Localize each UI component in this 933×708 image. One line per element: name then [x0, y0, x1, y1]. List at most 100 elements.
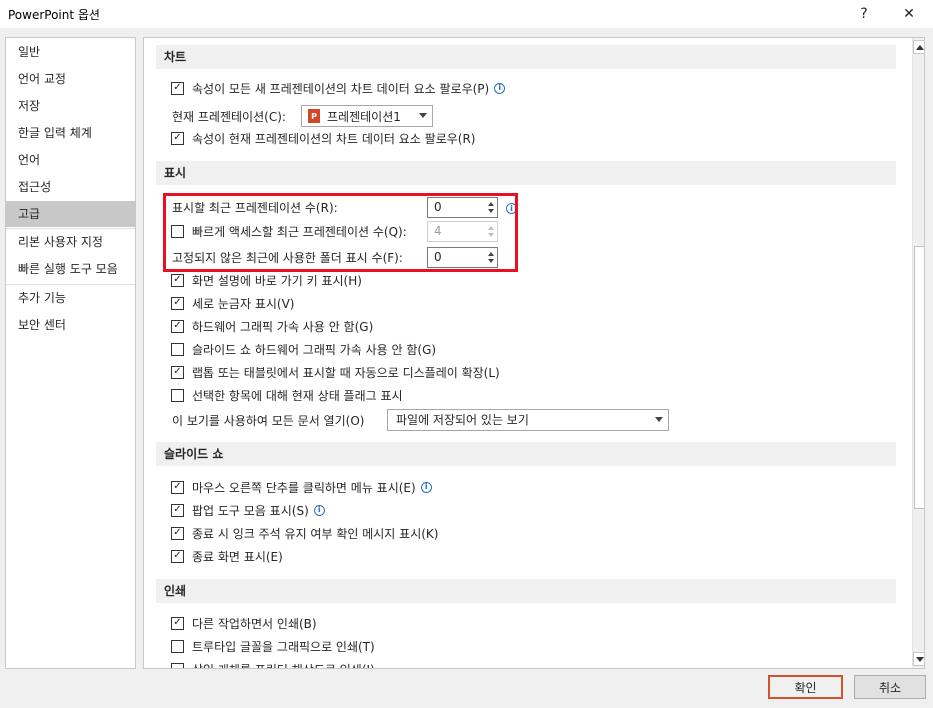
- check-icon: ✓: [173, 527, 182, 538]
- option-chart-follow-all[interactable]: ✓ 속성이 모든 새 프레젠테이션의 차트 데이터 요소 팔로우(P) i: [171, 78, 506, 98]
- check-icon: ✓: [173, 504, 182, 515]
- option-popup-toolbar[interactable]: ✓ 팝업 도구 모음 표시(S) i: [171, 500, 325, 520]
- options-sidebar: 일반 언어 교정 저장 한글 입력 체계 언어 접근성 고급 리본 사용자 지정…: [5, 37, 136, 669]
- info-icon: i: [420, 481, 432, 493]
- option-right-click-menu[interactable]: ✓ 마우스 오른쪽 단추를 클릭하면 메뉴 표시(E) i: [171, 477, 432, 497]
- option-label: 속성이 모든 새 프레젠테이션의 차트 데이터 요소 팔로우(P): [192, 81, 490, 96]
- cancel-button[interactable]: 취소: [854, 675, 926, 699]
- checkbox[interactable]: ✓: [171, 526, 184, 540]
- option-label: 삽입 개체를 프린터 해상도로 인쇄(I): [192, 661, 375, 669]
- checkbox[interactable]: ✓: [171, 365, 184, 379]
- scroll-up-icon[interactable]: [913, 40, 924, 54]
- spinner-down-icon[interactable]: [488, 259, 494, 263]
- quick-access-label: 빠르게 액세스할 최근 프레젠테이션 수(Q):: [192, 224, 407, 239]
- quick-access-row[interactable]: 빠르게 액세스할 최근 프레젠테이션 수(Q):: [171, 221, 407, 241]
- sidebar-item-hangul-input[interactable]: 한글 입력 체계: [6, 120, 135, 146]
- powerpoint-file-icon: P: [308, 109, 320, 123]
- spinner-up-icon[interactable]: [488, 202, 494, 206]
- check-icon: ✓: [173, 366, 182, 377]
- checkbox[interactable]: ✓: [171, 549, 184, 563]
- spinner-up-icon: [488, 226, 494, 230]
- option-label: 화면 설명에 바로 가기 키 표시(H): [192, 273, 362, 288]
- window-title: PowerPoint 옵션: [8, 8, 100, 22]
- option-keep-ink[interactable]: ✓ 종료 시 잉크 주석 유지 여부 확인 메시지 표시(K): [171, 523, 438, 543]
- option-status-flags[interactable]: 선택한 항목에 대해 현재 상태 플래그 표시: [171, 385, 403, 405]
- option-label: 랩톱 또는 태블릿에서 표시할 때 자동으로 디스플레이 확장(L): [192, 365, 500, 380]
- option-disable-slideshow-hw[interactable]: 슬라이드 쇼 하드웨어 그래픽 가속 사용 안 함(G): [171, 339, 436, 359]
- option-label: 선택한 항목에 대해 현재 상태 플래그 표시: [192, 388, 403, 403]
- option-label: 종료 화면 표시(E): [192, 549, 283, 564]
- current-presentation-value: 프레젠테이션1: [327, 109, 401, 124]
- sidebar-item-customize-ribbon[interactable]: 리본 사용자 지정: [6, 229, 135, 255]
- check-icon: ✓: [173, 550, 182, 561]
- option-printer-resolution[interactable]: 삽입 개체를 프린터 해상도로 인쇄(I): [171, 659, 375, 669]
- option-label: 종료 시 잉크 주석 유지 여부 확인 메시지 표시(K): [192, 526, 439, 541]
- checkbox[interactable]: [171, 342, 184, 356]
- checkbox[interactable]: ✓: [171, 131, 184, 145]
- section-header-slideshow: 슬라이드 쇼: [156, 442, 896, 466]
- option-shortcut-keys[interactable]: ✓ 화면 설명에 바로 가기 키 표시(H): [171, 270, 362, 290]
- ok-button[interactable]: 확인: [768, 675, 843, 699]
- option-disable-hw-acceleration[interactable]: ✓ 하드웨어 그래픽 가속 사용 안 함(G): [171, 316, 373, 336]
- option-vertical-ruler[interactable]: ✓ 세로 눈금자 표시(V): [171, 293, 294, 313]
- option-label: 슬라이드 쇼 하드웨어 그래픽 가속 사용 안 함(G): [192, 342, 437, 357]
- option-background-print[interactable]: ✓ 다른 작업하면서 인쇄(B): [171, 613, 317, 633]
- current-presentation-select[interactable]: P 프레젠테이션1: [301, 105, 433, 127]
- open-view-select[interactable]: 파일에 저장되어 있는 보기: [387, 409, 669, 431]
- info-icon: i: [506, 203, 517, 214]
- sidebar-item-general[interactable]: 일반: [6, 39, 135, 65]
- sidebar-item-proofing[interactable]: 언어 교정: [6, 66, 135, 92]
- section-header-chart: 차트: [156, 45, 896, 69]
- spinner-value: 4: [434, 224, 442, 238]
- option-auto-extend-display[interactable]: ✓ 랩톱 또는 태블릿에서 표시할 때 자동으로 디스플레이 확장(L): [171, 362, 500, 382]
- checkbox[interactable]: [171, 388, 184, 402]
- option-label: 세로 눈금자 표시(V): [192, 296, 295, 311]
- spinner-down-icon: [488, 233, 494, 237]
- option-label: 하드웨어 그래픽 가속 사용 안 함(G): [192, 319, 374, 334]
- sidebar-item-add-ins[interactable]: 추가 기능: [6, 285, 135, 311]
- sidebar-item-trust-center[interactable]: 보안 센터: [6, 312, 135, 338]
- option-truetype-graphics[interactable]: 트루타입 글꼴을 그래픽으로 인쇄(T): [171, 636, 375, 656]
- current-presentation-row: 현재 프레젠테이션(C):: [172, 105, 286, 127]
- checkbox[interactable]: ✓: [171, 81, 184, 95]
- help-button[interactable]: ?: [851, 2, 877, 26]
- open-view-label: 이 보기를 사용하여 모든 문서 열기(O): [172, 413, 365, 428]
- option-label: 속성이 현재 프레젠테이션의 차트 데이터 요소 팔로우(R): [192, 131, 476, 146]
- checkbox[interactable]: [171, 662, 184, 668]
- vertical-scrollbar[interactable]: [912, 38, 924, 668]
- checkbox[interactable]: ✓: [171, 503, 184, 517]
- check-icon: ✓: [173, 297, 182, 308]
- open-view-value: 파일에 저장되어 있는 보기: [396, 413, 529, 427]
- checkbox[interactable]: ✓: [171, 616, 184, 630]
- sidebar-item-save[interactable]: 저장: [6, 93, 135, 119]
- recent-presentations-row: 표시할 최근 프레젠테이션 수(R):: [172, 197, 338, 217]
- spinner-down-icon[interactable]: [488, 209, 494, 213]
- sidebar-item-language[interactable]: 언어: [6, 147, 135, 173]
- checkbox[interactable]: ✓: [171, 296, 184, 310]
- spinner-value: 0: [434, 200, 442, 214]
- checkbox[interactable]: ✓: [171, 480, 184, 494]
- checkbox[interactable]: [171, 639, 184, 653]
- recent-presentations-spinner[interactable]: 0: [427, 197, 498, 218]
- option-label: 팝업 도구 모음 표시(S): [192, 503, 309, 518]
- info-icon: i: [494, 82, 506, 94]
- open-view-row: 이 보기를 사용하여 모든 문서 열기(O): [172, 410, 364, 430]
- recent-folders-spinner[interactable]: 0: [427, 247, 498, 268]
- sidebar-item-accessibility[interactable]: 접근성: [6, 174, 135, 200]
- sidebar-item-advanced[interactable]: 고급: [6, 201, 135, 227]
- checkbox[interactable]: ✓: [171, 273, 184, 287]
- scroll-down-icon[interactable]: [913, 652, 924, 666]
- current-presentation-label: 현재 프레젠테이션(C):: [172, 109, 286, 124]
- close-button[interactable]: ✕: [896, 2, 922, 26]
- checkbox[interactable]: ✓: [171, 319, 184, 333]
- sidebar-item-quick-access-toolbar[interactable]: 빠른 실행 도구 모음: [6, 256, 135, 282]
- option-end-slide[interactable]: ✓ 종료 화면 표시(E): [171, 546, 283, 566]
- recent-presentations-label: 표시할 최근 프레젠테이션 수(R):: [172, 200, 338, 215]
- check-icon: ✓: [173, 274, 182, 285]
- option-chart-follow-current[interactable]: ✓ 속성이 현재 프레젠테이션의 차트 데이터 요소 팔로우(R): [171, 128, 475, 148]
- spinner-up-icon[interactable]: [488, 252, 494, 256]
- scrollbar-thumb[interactable]: [914, 246, 924, 509]
- check-icon: ✓: [173, 481, 182, 492]
- check-icon: ✓: [173, 617, 182, 628]
- checkbox[interactable]: [171, 224, 184, 238]
